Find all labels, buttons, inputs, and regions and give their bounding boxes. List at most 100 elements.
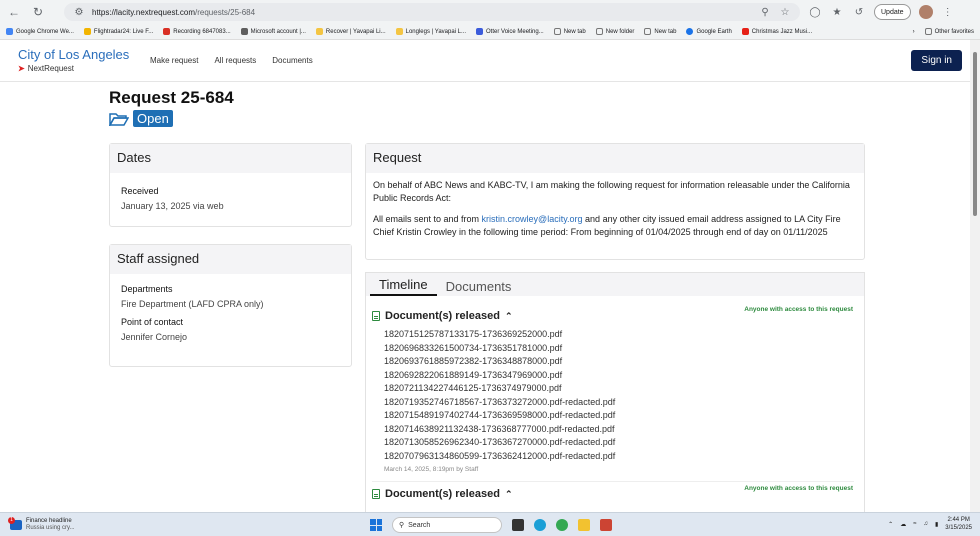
nav-make-request[interactable]: Make request <box>150 56 198 65</box>
brand[interactable]: City of Los Angeles ➤ NextRequest <box>18 47 138 74</box>
bookmark-favicon-icon <box>240 28 248 35</box>
bookmark-11[interactable]: Christmas Jazz Musi... <box>741 28 812 35</box>
folder-icon <box>595 28 603 35</box>
file-explorer-icon[interactable] <box>578 519 590 531</box>
windows-start-icon[interactable] <box>370 519 382 531</box>
email-link[interactable]: kristin.crowley@lacity.org <box>482 214 583 224</box>
update-button[interactable]: Update <box>874 4 911 20</box>
bookmark-6[interactable]: Otter Voice Meeting... <box>476 28 544 35</box>
zoom-icon[interactable]: ⚲ <box>758 7 772 18</box>
timeline-tabs: Timeline Documents <box>366 273 864 296</box>
back-icon[interactable]: ← <box>6 4 22 20</box>
nav-all-requests[interactable]: All requests <box>214 56 256 65</box>
received-value: January 13, 2025 via web <box>121 201 224 211</box>
file-link[interactable]: 1820693761885972382-1736348878000.pdf <box>384 355 854 369</box>
staff-heading: Staff assigned <box>110 245 351 274</box>
bookmark-favicon-icon <box>6 28 13 35</box>
poc-value: Jennifer Cornejo <box>121 332 188 342</box>
folder-icon <box>553 28 561 35</box>
file-list: 1820715125787133175-1736369252000.pdf 18… <box>384 328 854 463</box>
file-link[interactable]: 1820713058526962340-1736367270000.pdf-re… <box>384 436 854 450</box>
cloud-icon[interactable]: ☁ <box>900 521 906 528</box>
address-bar[interactable]: ⚙ https://lacity.nextrequest.com/request… <box>64 3 800 21</box>
clock[interactable]: 2:44 PM 3/15/2025 <box>945 516 972 532</box>
bookmark-5[interactable]: Longlegs | Yavapai L... <box>395 28 466 35</box>
page-scrollbar[interactable] <box>970 40 980 512</box>
history-icon[interactable]: ↺ <box>852 7 866 18</box>
nextrequest-logo-icon: ➤ <box>18 64 25 73</box>
file-link[interactable]: 1820715125787133175-1736369252000.pdf <box>384 328 854 342</box>
news-subtitle: Russia using cry... <box>26 524 75 531</box>
file-link[interactable]: 1820692822061889149-1736347969000.pdf <box>384 369 854 383</box>
brand-title: City of Los Angeles <box>18 47 130 62</box>
bookmark-1[interactable]: Flightradar24: Live F... <box>83 28 153 35</box>
app-icon[interactable] <box>600 519 612 531</box>
bookmark-favicon-icon <box>83 28 91 35</box>
news-title: Finance headline <box>26 517 72 524</box>
file-link[interactable]: 1820719352746718567-1736373272000.pdf-re… <box>384 396 854 410</box>
edge-icon[interactable] <box>534 519 546 531</box>
file-link[interactable]: 1820715489197402744-1736369598000.pdf-re… <box>384 409 854 423</box>
tab-documents[interactable]: Documents <box>437 279 521 296</box>
file-link[interactable]: 1820714638921132438-1736368777000.pdf-re… <box>384 423 854 437</box>
sign-in-button[interactable]: Sign in <box>911 50 962 71</box>
chevron-right-icon[interactable]: › <box>913 29 915 35</box>
bookmark-7[interactable]: New tab <box>553 28 586 35</box>
folder-icon <box>644 28 652 35</box>
scrollbar-thumb[interactable] <box>973 52 977 216</box>
reload-icon[interactable]: ↻ <box>30 4 46 20</box>
status-badge: Open <box>133 110 173 127</box>
chrome-icon[interactable] <box>556 519 568 531</box>
other-favorites[interactable]: Other favorites <box>924 28 974 35</box>
bookmark-0[interactable]: Google Chrome We... <box>6 28 74 35</box>
timeline-panel: Timeline Documents Document(s) released … <box>365 272 865 512</box>
news-widget[interactable]: 1 Finance headline Russia using cry... <box>8 516 75 532</box>
extensions-icon[interactable]: ◯ <box>808 7 822 18</box>
file-link[interactable]: 1820721134227446125-1736374979000.pdf <box>384 382 854 396</box>
tab-timeline[interactable]: Timeline <box>370 277 437 296</box>
bookmark-9[interactable]: New tab <box>644 28 676 35</box>
favorite-star-icon[interactable]: ☆ <box>778 7 792 18</box>
bookmark-favicon-icon <box>476 28 484 35</box>
site-info-icon[interactable]: ⚙ <box>72 7 86 18</box>
bookmark-8[interactable]: New folder <box>595 28 634 35</box>
file-link[interactable]: 1820696833261500734-1736351781000.pdf <box>384 342 854 356</box>
bookmark-favicon-icon <box>163 28 171 35</box>
chevron-up-icon[interactable]: ⌃ <box>505 489 513 500</box>
url-host: https://lacity.nextrequest.com <box>92 7 196 17</box>
system-tray: ⌃ ☁ ≈ ♫ ▮ 2:44 PM 3/15/2025 <box>888 516 972 532</box>
document-icon <box>372 311 380 321</box>
url-path: /requests/25-684 <box>195 7 256 17</box>
bookmark-3[interactable]: Microsoft account |... <box>240 28 306 35</box>
bookmark-10[interactable]: Google Earth <box>686 28 732 35</box>
request-paragraph-1: On behalf of ABC News and KABC-TV, I am … <box>373 180 850 203</box>
file-link[interactable]: 1820707963134860599-1736362412000.pdf-re… <box>384 450 854 464</box>
battery-icon[interactable]: ▮ <box>935 521 938 528</box>
volume-icon[interactable]: ♫ <box>923 521 928 527</box>
clock-time: 2:44 PM <box>947 517 970 523</box>
chevron-up-icon[interactable]: ⌃ <box>888 521 893 528</box>
timeline-event: Document(s) released ⌃ Anyone with acces… <box>366 482 864 500</box>
nav-documents[interactable]: Documents <box>272 56 312 65</box>
dates-heading: Dates <box>110 144 351 173</box>
taskbar: 1 Finance headline Russia using cry... ⚲… <box>0 512 980 536</box>
event-title: Document(s) released <box>385 310 500 322</box>
bookmark-favicon-icon <box>395 28 403 35</box>
event-title: Document(s) released <box>385 488 500 500</box>
wifi-icon[interactable]: ≈ <box>913 521 916 527</box>
more-icon[interactable]: ⋮ <box>941 7 955 18</box>
bookmark-2[interactable]: Recording 6847083... <box>163 28 231 35</box>
profile-avatar[interactable] <box>918 5 933 19</box>
bookmark-4[interactable]: Recover | Yavapai Li... <box>315 28 386 35</box>
favorites-icon[interactable]: ★ <box>830 7 844 18</box>
timeline-event: Document(s) released ⌃ Anyone with acces… <box>366 296 864 482</box>
task-view-icon[interactable] <box>512 519 524 531</box>
chevron-up-icon[interactable]: ⌃ <box>505 311 513 322</box>
staff-card: Staff assigned Departments Fire Departme… <box>109 244 352 367</box>
taskbar-apps: ⚲ Search <box>370 517 612 533</box>
access-label: Anyone with access to this request <box>744 306 853 313</box>
access-label: Anyone with access to this request <box>744 485 853 492</box>
taskbar-search[interactable]: ⚲ Search <box>392 517 502 533</box>
request-status: Open <box>109 110 173 127</box>
request-paragraph-2: All emails sent to and from kristin.crow… <box>373 214 841 237</box>
